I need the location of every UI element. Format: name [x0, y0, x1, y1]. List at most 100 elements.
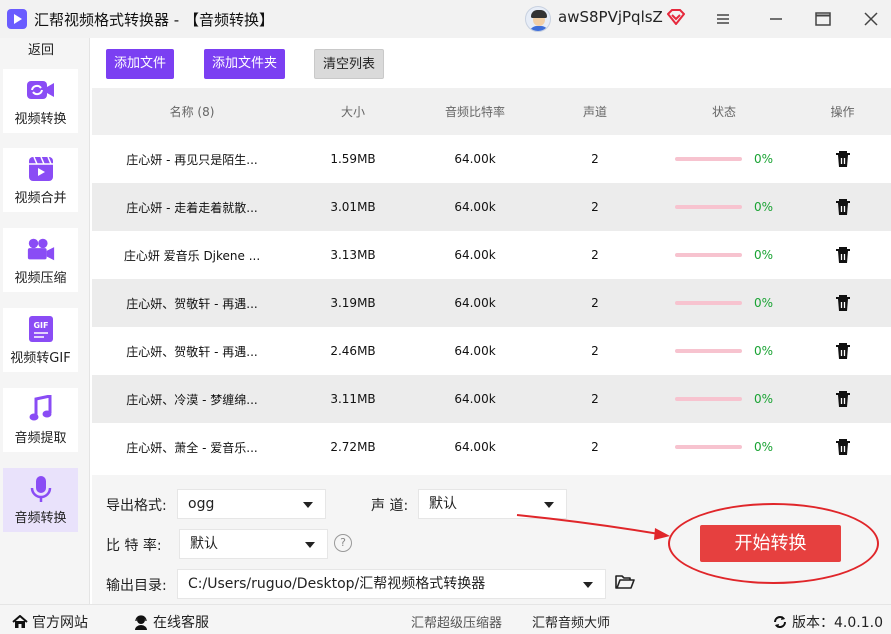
music-note-icon	[26, 394, 56, 423]
header-size[interactable]: 大小	[292, 103, 414, 120]
channel-label: 声 道:	[371, 498, 409, 514]
sidebar-item-video-compress[interactable]: 视频压缩	[3, 228, 78, 292]
file-bitrate: 64.00k	[454, 392, 496, 406]
audio-master-link[interactable]: 汇帮音频大师	[532, 612, 610, 631]
file-bitrate: 64.00k	[454, 296, 496, 310]
trash-icon[interactable]	[835, 438, 851, 456]
file-name: 庄心妍、贺敬轩 - 再遇...	[126, 296, 258, 311]
header-name[interactable]: 名称 (8)	[92, 103, 292, 120]
sidebar-item-label: 音频提取	[14, 430, 67, 446]
trash-icon[interactable]	[835, 390, 851, 408]
sidebar-item-video-convert[interactable]: 视频转换	[3, 69, 78, 133]
video-merge-icon	[26, 155, 56, 183]
output-path-select[interactable]: C:/Users/ruguo/Desktop/汇帮视频格式转换器	[177, 569, 606, 599]
progress-bar	[674, 253, 742, 257]
progress-bar	[674, 301, 742, 305]
title-bar: 汇帮视频格式转换器 - 【音频转换】	[0, 0, 891, 38]
user-name[interactable]: awS8PVjPqlsZ	[558, 8, 663, 26]
table-row[interactable]: 庄心妍、贺敬轩 - 再遇... 3.19MB 64.00k 2 0%	[92, 279, 891, 327]
vip-diamond-icon[interactable]	[667, 9, 685, 25]
file-channels: 2	[591, 392, 599, 406]
sidebar-item-label: 视频转GIF	[10, 350, 71, 366]
file-channels: 2	[591, 200, 599, 214]
header-channels[interactable]: 声道	[536, 103, 654, 120]
file-size: 2.46MB	[330, 344, 376, 358]
sidebar-item-audio-extract[interactable]: 音频提取	[3, 388, 78, 452]
official-website-link[interactable]: 官方网站	[12, 612, 88, 632]
sidebar-item-label: 视频合并	[14, 190, 67, 206]
online-support-label: 在线客服	[153, 615, 209, 631]
file-bitrate: 64.00k	[454, 344, 496, 358]
start-convert-button[interactable]: 开始转换	[700, 525, 841, 562]
file-name: 庄心妍、萧全 - 爱音乐...	[126, 440, 258, 455]
table-row[interactable]: 庄心妍、贺敬轩 - 再遇... 2.46MB 64.00k 2 0%	[92, 327, 891, 375]
file-name: 庄心妍 爱音乐 Djkene ...	[123, 248, 261, 263]
trash-icon[interactable]	[835, 342, 851, 360]
compressor-link[interactable]: 汇帮超级压缩器	[411, 612, 502, 631]
microphone-icon	[26, 475, 56, 503]
gif-icon: GIF	[26, 315, 56, 343]
sidebar-item-audio-convert[interactable]: 音频转换	[3, 468, 78, 532]
table-row[interactable]: 庄心妍 - 走着走着就散... 3.01MB 64.00k 2 0%	[92, 183, 891, 231]
trash-icon[interactable]	[835, 294, 851, 312]
file-table: 名称 (8) 大小 音频比特率 声道 状态 操作 庄心妍 - 再见只是陌生...…	[92, 88, 891, 473]
progress-bar	[674, 157, 742, 161]
back-button[interactable]: 返回	[0, 38, 82, 64]
window-title: 汇帮视频格式转换器 - 【音频转换】	[34, 10, 274, 29]
table-row[interactable]: 庄心妍 爱音乐 Djkene ... 3.13MB 64.00k 2 0%	[92, 231, 891, 279]
help-icon[interactable]: ?	[334, 534, 352, 552]
video-compress-icon	[26, 235, 56, 263]
folder-open-icon[interactable]	[615, 574, 635, 590]
file-bitrate: 64.00k	[454, 248, 496, 262]
official-website-label: 官方网站	[32, 615, 88, 631]
add-folder-button[interactable]: 添加文件夹	[204, 49, 286, 79]
file-bitrate: 64.00k	[454, 152, 496, 166]
chevron-down-icon	[305, 542, 315, 548]
file-name: 庄心妍、冷漠 - 梦缠绵...	[126, 392, 258, 407]
header-bitrate[interactable]: 音频比特率	[414, 103, 536, 120]
maximize-icon[interactable]	[809, 5, 837, 33]
online-support-link[interactable]: 在线客服	[133, 612, 209, 632]
trash-icon[interactable]	[835, 246, 851, 264]
sidebar: 返回 视频转换 视频合并 视频压缩 GIF 视频转GIF 音频提取 音频转换	[0, 38, 90, 604]
refresh-icon	[772, 614, 788, 630]
file-channels: 2	[591, 296, 599, 310]
version-info[interactable]: 版本：4.0.1.0	[772, 612, 883, 632]
file-channels: 2	[591, 248, 599, 262]
sidebar-item-video-to-gif[interactable]: GIF 视频转GIF	[3, 308, 78, 372]
bitrate-select[interactable]: 默认	[179, 529, 328, 559]
progress-bar	[674, 445, 742, 449]
close-icon[interactable]	[857, 5, 885, 33]
file-name: 庄心妍 - 再见只是陌生...	[126, 152, 258, 167]
clear-list-button[interactable]: 清空列表	[314, 49, 385, 79]
add-file-button[interactable]: 添加文件	[106, 49, 175, 79]
bitrate-value: 默认	[190, 536, 218, 552]
file-bitrate: 64.00k	[454, 440, 496, 454]
sidebar-item-video-merge[interactable]: 视频合并	[3, 148, 78, 212]
format-select[interactable]: ogg	[177, 489, 326, 519]
progress-text: 0%	[753, 392, 774, 406]
support-agent-icon	[133, 614, 149, 630]
sidebar-item-label: 视频转换	[14, 111, 67, 127]
progress-bar	[674, 397, 742, 401]
menu-icon[interactable]	[709, 5, 737, 33]
file-channels: 2	[591, 344, 599, 358]
trash-icon[interactable]	[835, 150, 851, 168]
chevron-down-icon	[303, 502, 313, 508]
video-convert-icon	[26, 76, 56, 104]
file-size: 3.13MB	[330, 248, 376, 262]
table-row[interactable]: 庄心妍 - 再见只是陌生... 1.59MB 64.00k 2 0%	[92, 135, 891, 183]
table-row[interactable]: 庄心妍、冷漠 - 梦缠绵... 3.11MB 64.00k 2 0%	[92, 375, 891, 423]
file-size: 2.72MB	[330, 440, 376, 454]
version-label: 版本：4.0.1.0	[792, 615, 883, 631]
file-bitrate: 64.00k	[454, 200, 496, 214]
bitrate-label: 比 特 率:	[106, 538, 162, 554]
file-size: 3.11MB	[330, 392, 376, 406]
table-row[interactable]: 庄心妍、萧全 - 爱音乐... 2.72MB 64.00k 2 0%	[92, 423, 891, 471]
minimize-icon[interactable]	[762, 5, 790, 33]
home-icon	[12, 614, 28, 630]
trash-icon[interactable]	[835, 198, 851, 216]
file-channels: 2	[591, 152, 599, 166]
user-avatar[interactable]	[525, 6, 551, 32]
file-name: 庄心妍、贺敬轩 - 再遇...	[126, 344, 258, 359]
